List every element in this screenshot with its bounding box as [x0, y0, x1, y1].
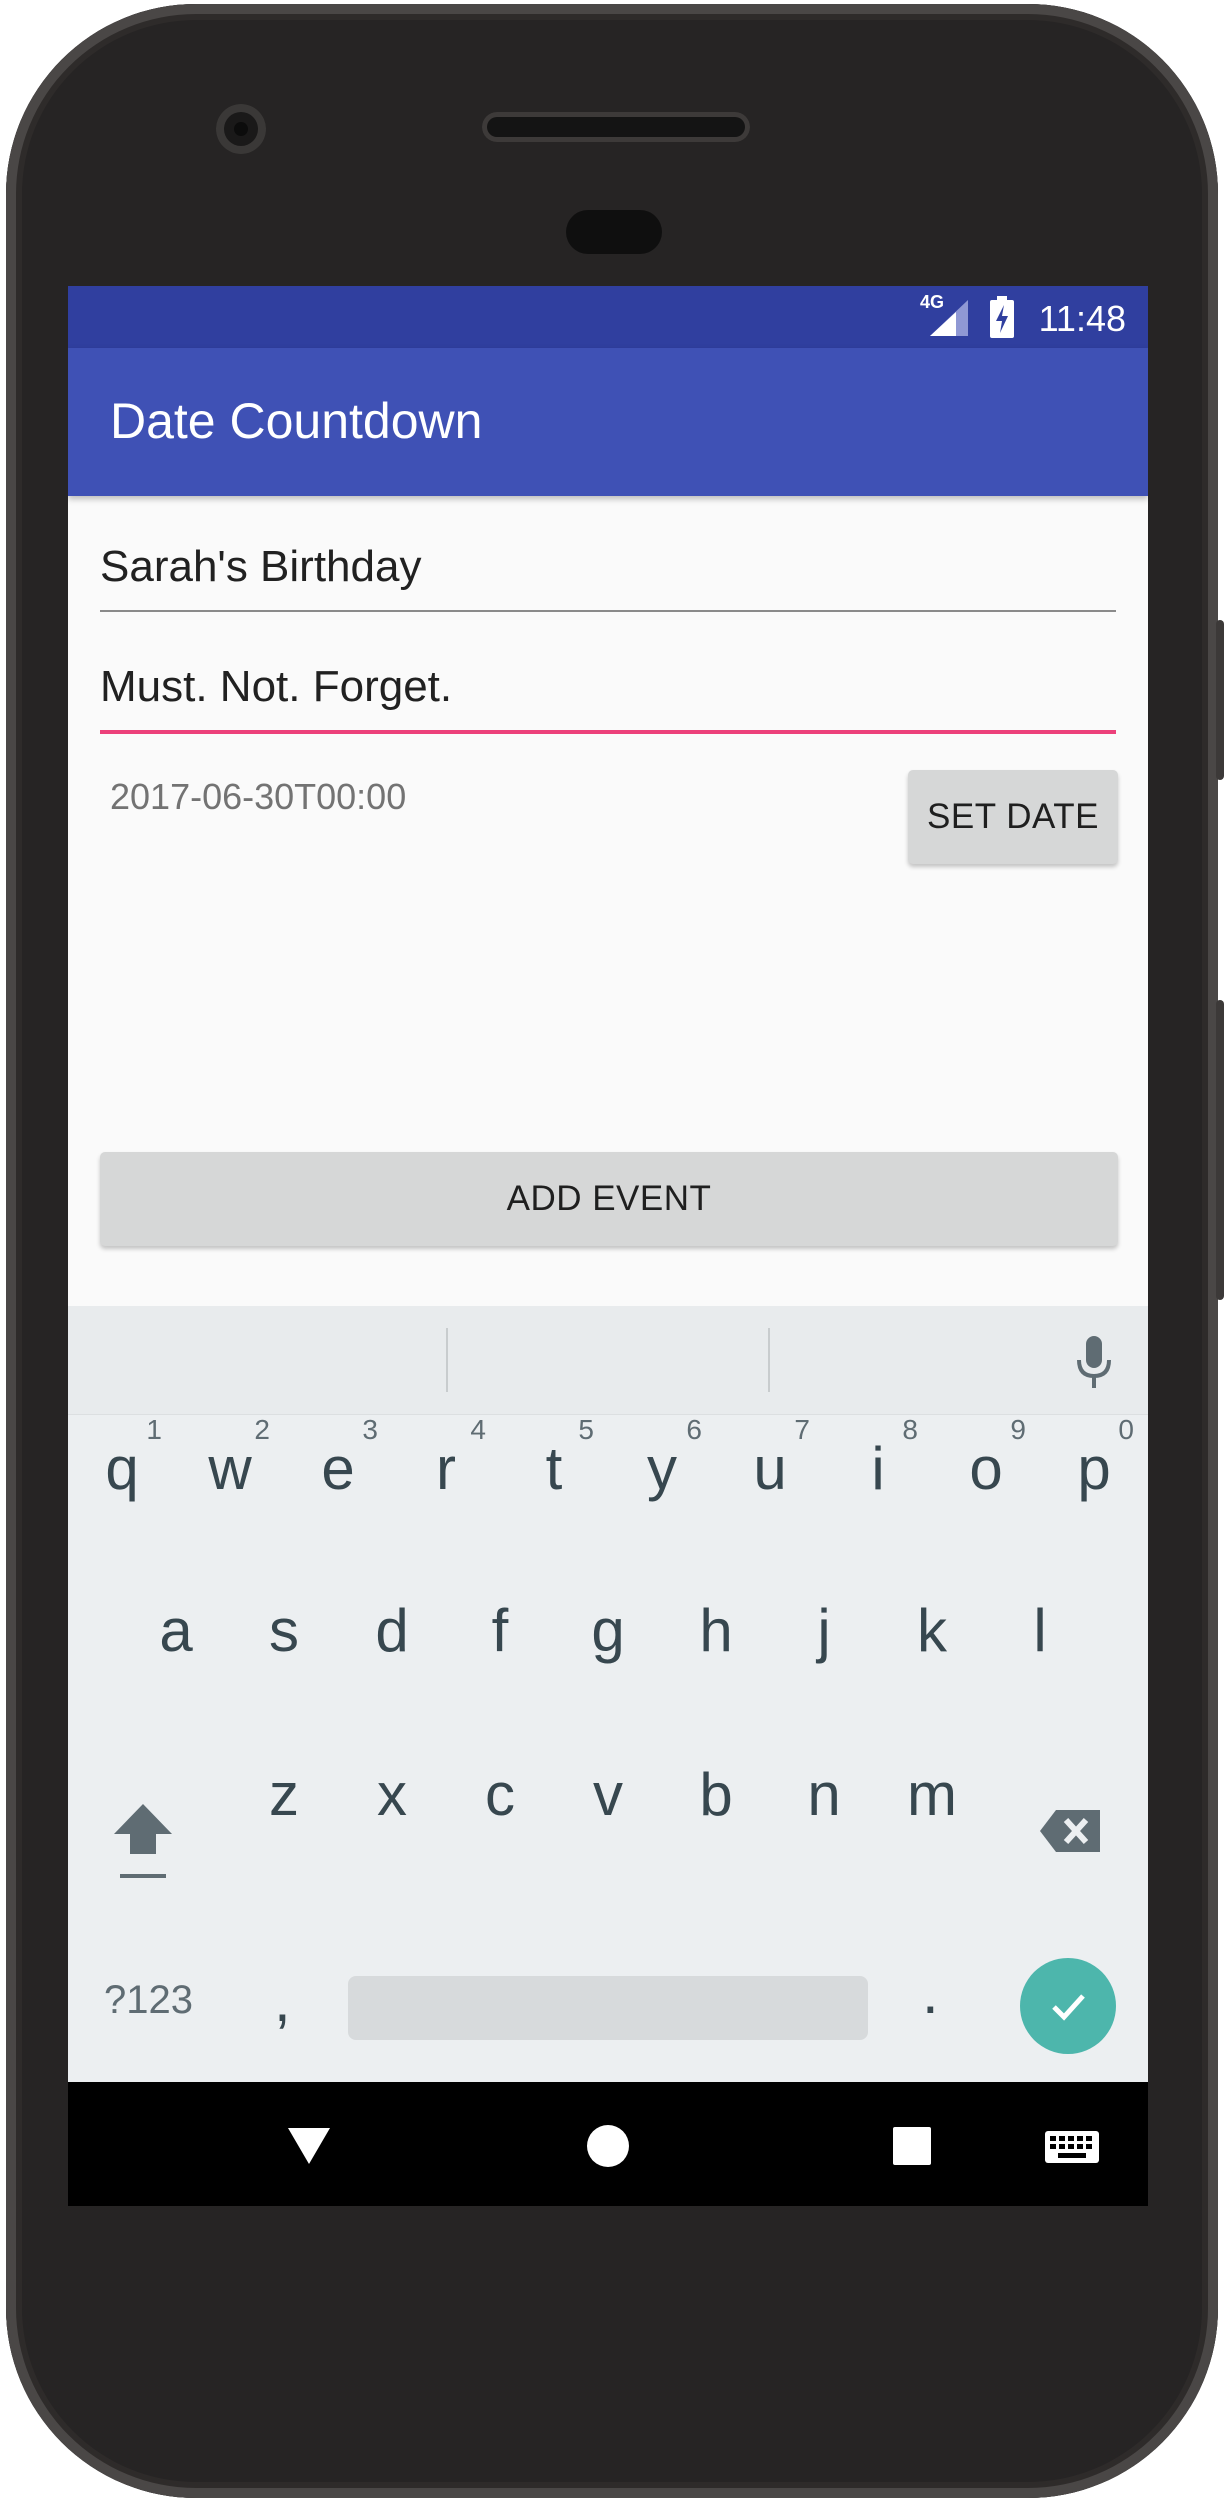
key-p[interactable]: p0 — [1040, 1414, 1148, 1534]
suggestion-divider — [446, 1328, 448, 1392]
check-icon — [1052, 1994, 1085, 2021]
key-i-number-hint: 8 — [902, 1414, 918, 1445]
recents-icon[interactable] — [892, 2126, 932, 2166]
key-c-label: c — [485, 1761, 515, 1828]
key-g-label: g — [591, 1597, 625, 1664]
event-note-value: Must. Not. Forget. — [100, 662, 453, 711]
key-d[interactable]: d — [338, 1576, 446, 1696]
status-bar: 4G 11:48 — [68, 286, 1148, 348]
event-name-value: Sarah's Birthday — [100, 542, 422, 591]
key-z-label: z — [269, 1761, 299, 1828]
key-p-number-hint: 0 — [1118, 1414, 1134, 1445]
key-o[interactable]: o9 — [932, 1414, 1040, 1534]
key-f-label: f — [491, 1597, 509, 1664]
key-y-number-hint: 6 — [686, 1414, 702, 1445]
shift-icon[interactable] — [108, 1796, 178, 1886]
battery-charging-icon — [990, 296, 1014, 338]
event-name-field[interactable]: Sarah's Birthday — [100, 542, 1116, 612]
key-m-label: m — [907, 1761, 957, 1828]
key-b[interactable]: b — [662, 1740, 770, 1860]
app-bar: Date Countdown — [68, 348, 1148, 496]
key-v-label: v — [593, 1761, 623, 1828]
power-button — [1216, 620, 1224, 780]
key-x-label: x — [377, 1761, 407, 1828]
key-s[interactable]: s — [230, 1576, 338, 1696]
key-k[interactable]: k — [878, 1576, 986, 1696]
key-x[interactable]: x — [338, 1740, 446, 1860]
key-w-number-hint: 2 — [254, 1414, 270, 1445]
front-camera — [216, 104, 266, 154]
add-event-label: ADD EVENT — [506, 1179, 712, 1218]
key-l[interactable]: l — [986, 1576, 1094, 1696]
mic-icon[interactable] — [1074, 1334, 1114, 1390]
proximity-sensor — [566, 210, 662, 254]
key-k-label: k — [917, 1597, 947, 1664]
suggestion-strip — [68, 1306, 1148, 1415]
key-v[interactable]: v — [554, 1740, 662, 1860]
event-note-field[interactable]: Must. Not. Forget. — [100, 662, 1116, 734]
status-time: 11:48 — [1038, 298, 1126, 339]
key-s-label: s — [269, 1597, 299, 1664]
soft-keyboard: q1w2e3r4t5y6u7i8o9p0 a s d f g h j k l z x c v b nm ?… — [68, 1306, 1148, 2082]
earpiece-speaker — [482, 112, 750, 142]
key-a-label: a — [159, 1597, 193, 1664]
key-h[interactable]: h — [662, 1576, 770, 1696]
key-b-label: b — [699, 1761, 733, 1828]
key-g[interactable]: g — [554, 1576, 662, 1696]
navigation-bar — [68, 2082, 1148, 2206]
key-r-number-hint: 4 — [470, 1414, 486, 1445]
event-note-underline-focused — [100, 730, 1116, 734]
key-r[interactable]: r4 — [392, 1414, 500, 1534]
key-j[interactable]: j — [770, 1576, 878, 1696]
symbols-key[interactable]: ?123 — [104, 1978, 193, 2023]
key-z[interactable]: z — [230, 1740, 338, 1860]
volume-button — [1216, 1000, 1224, 1300]
key-w[interactable]: w2 — [176, 1414, 284, 1534]
backspace-icon[interactable] — [1038, 1806, 1104, 1856]
signal-icon — [930, 300, 968, 336]
key-o-number-hint: 9 — [1010, 1414, 1026, 1445]
key-m[interactable]: m — [878, 1740, 986, 1860]
selected-date: 2017-06-30T00:00 — [110, 776, 407, 817]
key-n[interactable]: n — [770, 1740, 878, 1860]
keyboard-icon[interactable] — [1044, 2130, 1100, 2164]
key-d-label: d — [375, 1597, 409, 1664]
key-q-number-hint: 1 — [146, 1414, 162, 1445]
key-e[interactable]: e3 — [284, 1414, 392, 1534]
key-l-label: l — [1033, 1597, 1047, 1664]
key-c[interactable]: c — [446, 1740, 554, 1860]
key-t[interactable]: t5 — [500, 1414, 608, 1534]
key-n-label: n — [807, 1761, 841, 1828]
key-t-number-hint: 5 — [578, 1414, 594, 1445]
key-i[interactable]: i8 — [824, 1414, 932, 1534]
period-key[interactable]: . — [922, 1958, 939, 2027]
key-u-number-hint: 7 — [794, 1414, 810, 1445]
set-date-label: SET DATE — [927, 797, 1099, 836]
key-h-label: h — [699, 1597, 733, 1664]
comma-key[interactable]: , — [274, 1966, 291, 2035]
key-j-label: j — [817, 1597, 831, 1664]
key-u[interactable]: u7 — [716, 1414, 824, 1534]
key-q[interactable]: q1 — [68, 1414, 176, 1534]
back-icon[interactable] — [286, 2126, 332, 2166]
key-a[interactable]: a — [122, 1576, 230, 1696]
space-bar[interactable] — [348, 1976, 868, 2040]
set-date-button[interactable]: SET DATE — [908, 770, 1118, 864]
enter-key[interactable] — [1020, 1958, 1116, 2054]
key-y[interactable]: y6 — [608, 1414, 716, 1534]
suggestion-divider — [768, 1328, 770, 1392]
key-f[interactable]: f — [446, 1576, 554, 1696]
add-event-button[interactable]: ADD EVENT — [100, 1152, 1118, 1246]
event-name-underline — [100, 610, 1116, 612]
key-e-number-hint: 3 — [362, 1414, 378, 1445]
screen: 4G 11:48 Date Countdown Sarah's Birthday… — [68, 286, 1148, 2206]
home-icon[interactable] — [586, 2124, 630, 2168]
app-title: Date Countdown — [110, 393, 483, 449]
